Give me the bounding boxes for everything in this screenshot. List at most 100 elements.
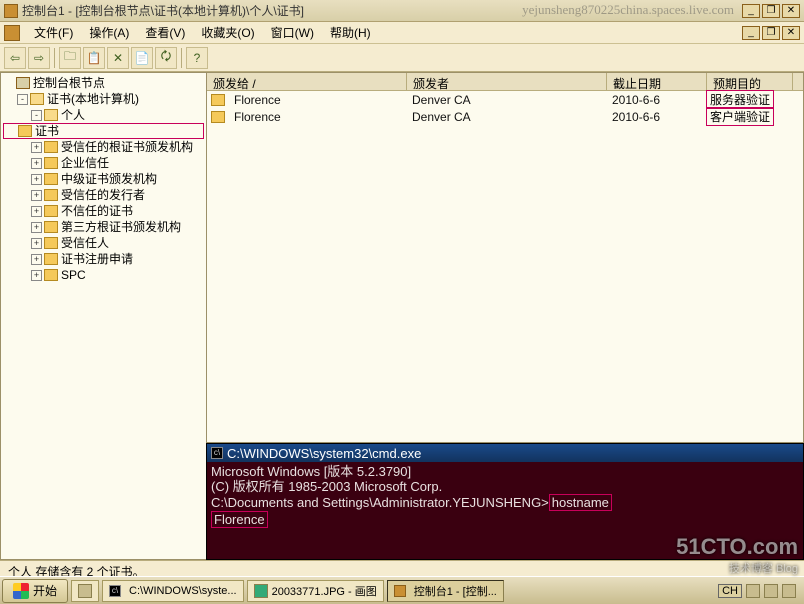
cut-button[interactable]: 📋 xyxy=(83,47,105,69)
cell-purpose: 客户端验证 xyxy=(706,107,774,126)
menu-view[interactable]: 查看(V) xyxy=(137,22,193,43)
tree-spc[interactable]: +SPC xyxy=(3,267,204,283)
forward-button[interactable]: ⇨ xyxy=(28,47,50,69)
start-button[interactable]: 开始 xyxy=(2,579,68,603)
tray-icon[interactable] xyxy=(782,584,796,598)
tree-label: 受信任的发行者 xyxy=(61,187,145,203)
tree-trusted-people[interactable]: +受信任人 xyxy=(3,235,204,251)
tree-pane[interactable]: 控制台根节点 -证书(本地计算机) -个人 证书 +受信任的根证书颁发机构 +企… xyxy=(0,72,206,560)
tree-label: 企业信任 xyxy=(61,155,109,171)
doc-icon xyxy=(4,25,20,41)
list-header: 颁发给 / 颁发者 截止日期 预期目的 xyxy=(207,73,803,91)
console-icon xyxy=(16,77,30,89)
tree-label: 受信任的根证书颁发机构 xyxy=(61,139,193,155)
mdi-minimize-button[interactable]: _ xyxy=(742,26,760,40)
folder-icon xyxy=(44,205,58,217)
start-label: 开始 xyxy=(33,582,57,599)
back-button[interactable]: ⇦ xyxy=(4,47,26,69)
cmd-prompt: C:\Documents and Settings\Administrator.… xyxy=(211,495,549,510)
minimize-button[interactable]: _ xyxy=(742,4,760,18)
toolbar: ⇦ ⇨ 🗀 📋 ✕ 📄 🗘 ? xyxy=(0,44,804,72)
watermark-url: yejunsheng870225china.spaces.live.com xyxy=(522,2,734,18)
menu-action[interactable]: 操作(A) xyxy=(81,22,137,43)
maximize-button[interactable]: ❐ xyxy=(762,4,780,18)
folder-icon xyxy=(44,253,58,265)
col-purpose[interactable]: 预期目的 xyxy=(707,73,793,90)
cert-icon xyxy=(211,111,225,123)
folder-icon xyxy=(44,237,58,249)
tree-label: 控制台根节点 xyxy=(33,75,105,91)
close-button[interactable]: ✕ xyxy=(782,4,800,18)
cell-issued-by: Denver CA xyxy=(406,110,606,124)
mmc-icon xyxy=(4,4,18,18)
cmd-body: Microsoft Windows [版本 5.2.3790] (C) 版权所有… xyxy=(207,462,803,530)
system-tray[interactable]: CH xyxy=(718,584,802,598)
cell-issued-by: Denver CA xyxy=(406,93,606,107)
tree-enterprise[interactable]: +企业信任 xyxy=(3,155,204,171)
folder-icon xyxy=(44,173,58,185)
col-expiry[interactable]: 截止日期 xyxy=(607,73,707,90)
up-button[interactable]: 🗀 xyxy=(59,47,81,69)
task-desktop[interactable] xyxy=(71,580,99,602)
cmd-window[interactable]: c\ C:\WINDOWS\system32\cmd.exe Microsoft… xyxy=(206,443,804,560)
col-issued-by[interactable]: 颁发者 xyxy=(407,73,607,90)
folder-open-icon xyxy=(44,109,58,121)
tree-label: SPC xyxy=(61,267,86,283)
list-row[interactable]: Florence Denver CA 2010-6-6 服务器验证 xyxy=(207,91,803,108)
separator xyxy=(54,48,55,68)
tree-enroll-req[interactable]: +证书注册申请 xyxy=(3,251,204,267)
menu-file[interactable]: 文件(F) xyxy=(26,22,81,43)
tree-certificates-selected[interactable]: 证书 xyxy=(3,123,204,139)
tree-personal[interactable]: -个人 xyxy=(3,107,204,123)
cmd-icon: c\ xyxy=(211,447,223,459)
tree-thirdparty[interactable]: +第三方根证书颁发机构 xyxy=(3,219,204,235)
help-button[interactable]: ? xyxy=(186,47,208,69)
cell-expiry: 2010-6-6 xyxy=(606,110,706,124)
cmd-output: Florence xyxy=(211,511,268,528)
cmd-line: C:\Documents and Settings\Administrator.… xyxy=(211,494,799,511)
cmd-line: Microsoft Windows [版本 5.2.3790] xyxy=(211,464,799,479)
cert-icon xyxy=(211,94,225,106)
tree-label: 中级证书颁发机构 xyxy=(61,171,157,187)
task-mmc[interactable]: 控制台1 - [控制... xyxy=(387,580,504,602)
list-row[interactable]: Florence Denver CA 2010-6-6 客户端验证 xyxy=(207,108,803,125)
menu-help[interactable]: 帮助(H) xyxy=(322,22,379,43)
tree-trusted-pub[interactable]: +受信任的发行者 xyxy=(3,187,204,203)
folder-icon xyxy=(44,221,58,233)
tree-untrusted[interactable]: +不信任的证书 xyxy=(3,203,204,219)
props-button[interactable]: 📄 xyxy=(131,47,153,69)
mdi-close-button[interactable]: ✕ xyxy=(782,26,800,40)
menu-window[interactable]: 窗口(W) xyxy=(263,22,322,43)
cmd-command: hostname xyxy=(549,494,612,511)
tree-label: 个人 xyxy=(61,107,85,123)
task-cmd[interactable]: c\C:\WINDOWS\syste... xyxy=(102,580,244,602)
tray-icon[interactable] xyxy=(764,584,778,598)
list-pane[interactable]: 颁发给 / 颁发者 截止日期 预期目的 Florence Denver CA 2… xyxy=(206,72,804,443)
mdi-restore-button[interactable]: ❐ xyxy=(762,26,780,40)
cell-issued-to: Florence xyxy=(228,110,406,124)
refresh-button[interactable]: 🗘 xyxy=(155,47,177,69)
menu-fav[interactable]: 收藏夹(O) xyxy=(193,22,262,43)
tree-trusted-root[interactable]: +受信任的根证书颁发机构 xyxy=(3,139,204,155)
folder-open-icon xyxy=(30,93,44,105)
tree-label: 不信任的证书 xyxy=(61,203,133,219)
folder-icon xyxy=(18,125,32,137)
tree-root[interactable]: 控制台根节点 xyxy=(3,75,204,91)
folder-icon xyxy=(44,157,58,169)
lang-indicator[interactable]: CH xyxy=(718,584,742,598)
tree-cert-root[interactable]: -证书(本地计算机) xyxy=(3,91,204,107)
task-label: 控制台1 - [控制... xyxy=(414,583,497,599)
delete-button[interactable]: ✕ xyxy=(107,47,129,69)
cmd-icon: c\ xyxy=(109,585,121,597)
tree-label: 证书(本地计算机) xyxy=(47,91,139,107)
col-issued-to[interactable]: 颁发给 / xyxy=(207,73,407,90)
menu-bar: 文件(F) 操作(A) 查看(V) 收藏夹(O) 窗口(W) 帮助(H) _ ❐… xyxy=(0,22,804,44)
tree-label: 第三方根证书颁发机构 xyxy=(61,219,181,235)
tree-label: 受信任人 xyxy=(61,235,109,251)
cmd-title: C:\WINDOWS\system32\cmd.exe xyxy=(227,446,421,461)
tray-icon[interactable] xyxy=(746,584,760,598)
tree-intermediate[interactable]: +中级证书颁发机构 xyxy=(3,171,204,187)
separator xyxy=(181,48,182,68)
task-paint[interactable]: 20033771.JPG - 画图 xyxy=(247,580,384,602)
tree-label: 证书注册申请 xyxy=(61,251,133,267)
